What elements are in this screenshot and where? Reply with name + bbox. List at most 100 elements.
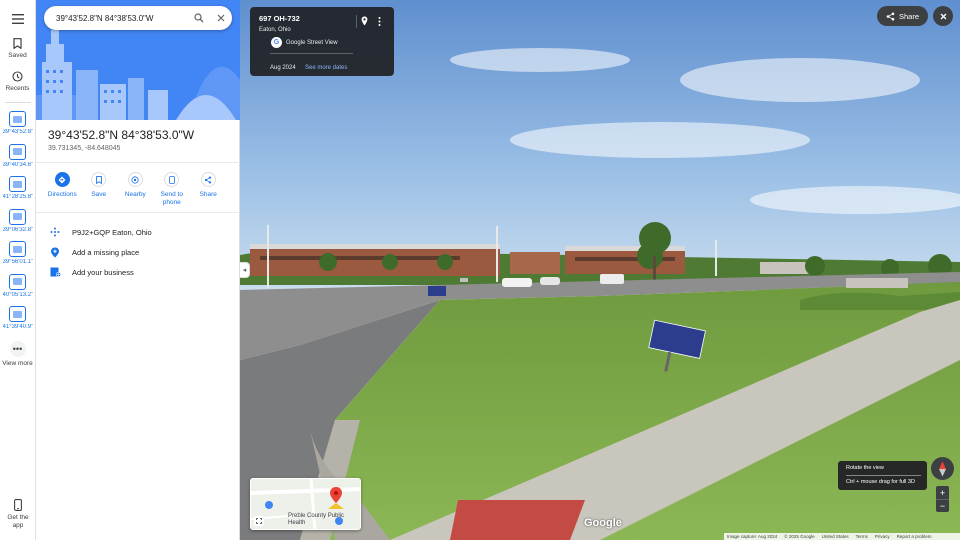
divider: [356, 15, 357, 28]
street-view-thumb-icon: [9, 111, 26, 127]
search-bar[interactable]: 39°43'52.8"N 84°38'53.0"W: [44, 6, 232, 30]
close-street-view-button[interactable]: [933, 6, 953, 26]
recent-item[interactable]: 41°28'25.8"N...: [0, 176, 36, 202]
bookmark-icon: [13, 38, 22, 49]
recent-item-label: 41°39'40.9"N...: [2, 324, 33, 330]
more-vertical-icon: [378, 16, 380, 26]
recent-item[interactable]: 39°06'32.8"N...: [0, 208, 36, 235]
recent-item-label: 39°56'01.1"N...: [2, 259, 33, 265]
share-place-button[interactable]: Share: [190, 172, 227, 207]
rotate-tooltip-hint: Ctrl + mouse drag for full 3D: [846, 479, 915, 485]
recents-label: Recents: [5, 85, 30, 92]
phone-icon: [14, 499, 22, 511]
compass-button[interactable]: [931, 457, 954, 480]
plus-code-row[interactable]: P9J2+GQP Eaton, Ohio: [48, 225, 152, 239]
nearby-icon: [127, 172, 143, 187]
clear-search-button[interactable]: [210, 7, 232, 29]
place-title: 39°43'52.8"N 84°38'53.0"W: [48, 128, 195, 142]
country-link[interactable]: United States: [822, 534, 849, 539]
save-button[interactable]: Save: [81, 172, 118, 207]
street-view-thumb-icon: [9, 176, 26, 192]
recent-item[interactable]: 41°39'40.9"N...: [0, 306, 36, 332]
search-input[interactable]: 39°43'52.8"N 84°38'53.0"W: [56, 14, 188, 23]
phone-icon: [164, 172, 180, 187]
view-more-label: View more: [2, 359, 33, 367]
hero-image: 39°43'52.8"N 84°38'53.0"W: [36, 0, 240, 120]
close-icon: [940, 13, 946, 19]
street-view-thumb-icon: [9, 208, 26, 225]
recent-item[interactable]: 40°05'13.2"N...: [0, 273, 36, 300]
recent-item[interactable]: 39°43'52.8"N...: [0, 111, 36, 137]
compass-icon: [939, 461, 946, 476]
rotate-tooltip-title: Rotate the view: [846, 465, 884, 471]
more-horizontal-icon: •••: [9, 340, 26, 357]
share-button[interactable]: Share: [877, 6, 928, 26]
rotate-tooltip: Rotate the view Ctrl + mouse drag for fu…: [838, 461, 927, 490]
add-business-text: Add your business: [72, 267, 134, 277]
nearby-label: Nearby: [124, 191, 146, 198]
search-button[interactable]: [188, 7, 210, 29]
divider: [36, 212, 240, 213]
send-to-phone-button[interactable]: Send to phone: [154, 172, 191, 207]
capture-date: Aug 2024: [270, 65, 296, 71]
rail-divider: [4, 102, 31, 103]
hamburger-icon: [11, 14, 24, 24]
add-missing-place-text: Add a missing place: [72, 247, 140, 257]
street-view-thumb-icon: [9, 306, 26, 322]
share-label: Share: [199, 191, 217, 198]
share-icon: [200, 172, 216, 187]
saved-button[interactable]: Saved: [0, 38, 36, 59]
get-app-label: Get the app: [7, 514, 29, 529]
terms-link[interactable]: Terms: [856, 534, 868, 539]
pin-icon: [361, 16, 367, 26]
privacy-link[interactable]: Privacy: [875, 534, 890, 539]
recent-item[interactable]: 39°56'01.1"N...: [0, 241, 36, 267]
more-options-button[interactable]: [374, 15, 384, 27]
show-on-map-button[interactable]: [358, 15, 370, 27]
place-coordinates: 39.731345, -84.648045: [48, 145, 121, 152]
minimap-place-label: Preble County Public Health: [288, 513, 345, 526]
recent-item-label: 39°06'32.8"N...: [2, 226, 33, 233]
plus-icon: +: [939, 487, 946, 498]
add-business-row[interactable]: Add your business: [48, 265, 134, 279]
collapse-panel-button[interactable]: ◂: [240, 262, 250, 278]
action-buttons: Directions Save Nearby Send to phone Sha…: [44, 172, 234, 207]
street-view-panorama: [240, 0, 960, 540]
recents-button[interactable]: Recents: [0, 71, 36, 92]
place-panel: 39°43'52.8"N 84°38'53.0"W 39°43'52.8"N 8…: [36, 0, 240, 540]
directions-label: Directions: [47, 191, 77, 198]
minimap[interactable]: Preble County Public Health: [250, 478, 361, 530]
save-label: Save: [91, 191, 107, 198]
get-app-button[interactable]: Get the app: [0, 499, 36, 530]
recent-item-label: 41°28'25.8"N...: [2, 194, 33, 200]
bookmark-icon: [91, 172, 107, 187]
left-rail: Saved Recents 39°43'52.8"N... 39°40'34.6…: [0, 0, 36, 540]
zoom-in-button[interactable]: +: [936, 486, 949, 499]
saved-label: Saved: [8, 52, 27, 59]
expand-map-button[interactable]: [254, 516, 264, 526]
share-icon: [886, 12, 895, 20]
add-missing-place-row[interactable]: Add a missing place: [48, 245, 139, 259]
map-footer: Image capture: Aug 2024 © 2025 Google Un…: [724, 533, 960, 540]
street-view-thumb-icon: [9, 241, 26, 257]
chevron-left-icon: ◂: [242, 267, 247, 274]
recent-item[interactable]: 39°40'34.6"N...: [0, 143, 36, 170]
directions-button[interactable]: Directions: [44, 172, 81, 207]
recent-item-label: 40°05'13.2"N...: [2, 291, 33, 298]
recent-item-label: 39°43'52.8"N...: [2, 129, 33, 135]
zoom-out-button[interactable]: −: [936, 499, 949, 512]
add-business-icon: [48, 265, 62, 279]
view-more-button[interactable]: ••• View more: [0, 340, 36, 368]
divider: [36, 162, 240, 163]
street-view[interactable]: 697 OH-732 Eaton, Ohio G Google Street V…: [240, 0, 960, 540]
nearby-button[interactable]: Nearby: [117, 172, 154, 207]
street-view-thumb-icon: [9, 143, 26, 160]
see-more-dates-link[interactable]: See more dates: [305, 65, 347, 71]
address-subtitle: Eaton, Ohio: [259, 27, 291, 33]
report-problem-link[interactable]: Report a problem: [897, 534, 932, 539]
menu-button[interactable]: [0, 10, 36, 28]
street-view-info-card: 697 OH-732 Eaton, Ohio G Google Street V…: [250, 7, 394, 76]
copyright-text: © 2025 Google: [784, 534, 815, 539]
search-icon: [194, 13, 204, 23]
street-view-source: G Google Street View: [271, 37, 338, 48]
